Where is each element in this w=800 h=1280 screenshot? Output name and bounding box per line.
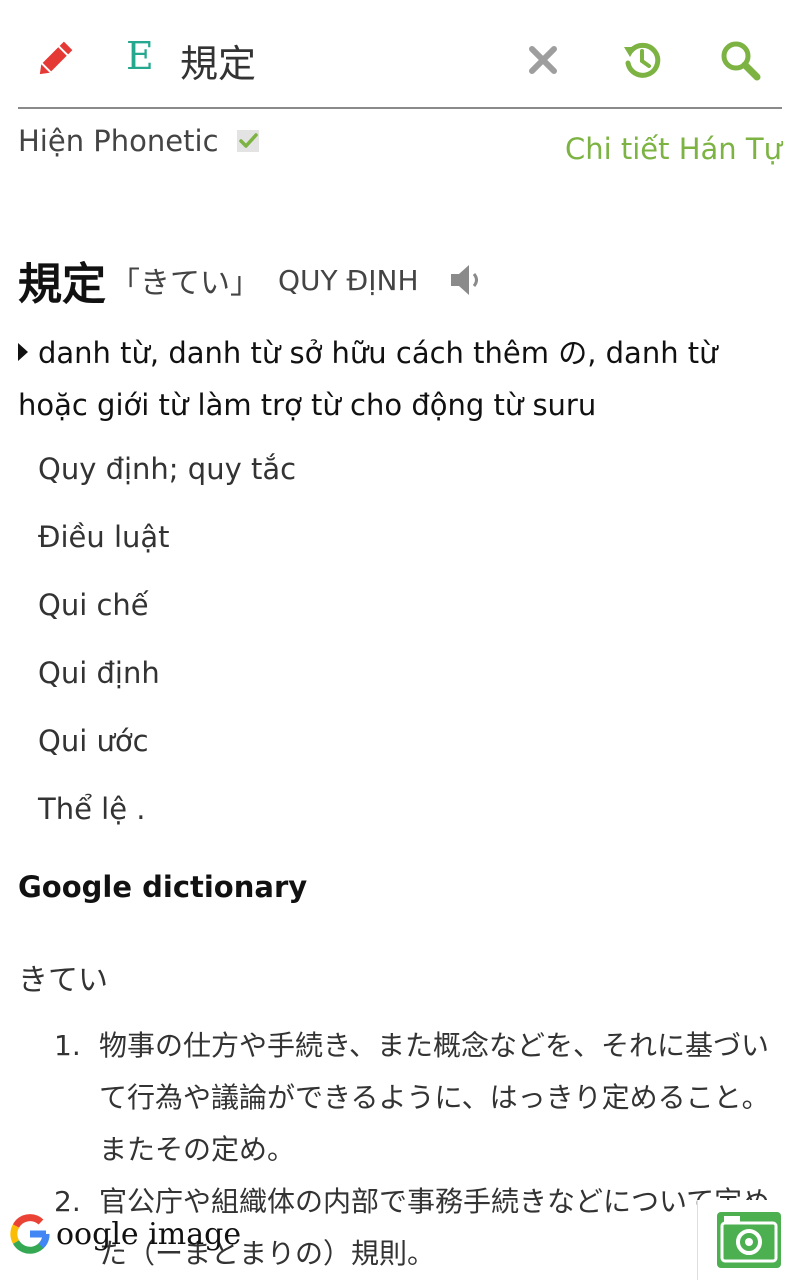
speaker-icon[interactable] bbox=[449, 260, 489, 300]
search-input[interactable] bbox=[180, 34, 510, 86]
list-item: Điều luật bbox=[38, 520, 170, 554]
google-image-label: oogle image bbox=[56, 1216, 242, 1252]
pencil-icon[interactable] bbox=[30, 36, 78, 84]
part-of-speech-text: danh từ, danh từ sở hữu cách thêm の, dan… bbox=[18, 336, 718, 422]
list-item: Qui định bbox=[38, 656, 160, 690]
kanji-detail-link[interactable]: Chi tiết Hán Tự bbox=[565, 132, 782, 166]
phonetic-checkbox[interactable] bbox=[236, 130, 259, 152]
show-phonetic-option[interactable]: Hiện Phonetic bbox=[18, 124, 259, 158]
definition-text: 物事の仕方や手続き、また概念などを、それに基づいて行為や議論ができるように、はっ… bbox=[99, 1029, 770, 1166]
list-item: Qui ước bbox=[38, 724, 149, 758]
entry-word: 規定 bbox=[18, 259, 106, 310]
entry-heading: 規定 「きてい」 QUY ĐỊNH bbox=[18, 248, 489, 312]
google-dictionary-title: Google dictionary bbox=[18, 870, 308, 904]
language-mode-toggle[interactable]: E bbox=[126, 34, 154, 78]
list-item: Qui chế bbox=[38, 588, 149, 622]
camera-icon bbox=[717, 1212, 781, 1268]
definition-number: 1. bbox=[54, 1029, 81, 1062]
bullet-triangle-icon bbox=[18, 343, 28, 361]
entry-reading: 「きてい」 bbox=[110, 266, 260, 301]
google-image-button[interactable]: oogle image bbox=[8, 1212, 241, 1256]
google-g-icon bbox=[10, 1214, 50, 1254]
camera-button[interactable] bbox=[697, 1200, 800, 1280]
part-of-speech: danh từ, danh từ sở hữu cách thêm の, dan… bbox=[18, 327, 788, 431]
list-item: 1. 物事の仕方や手続き、また概念などを、それに基づいて行為や議論ができるように… bbox=[54, 1020, 774, 1176]
show-phonetic-label: Hiện Phonetic bbox=[18, 124, 219, 158]
list-item: Thể lệ . bbox=[38, 792, 146, 826]
google-dictionary-reading: きてい bbox=[18, 963, 108, 998]
clear-icon[interactable] bbox=[519, 36, 567, 84]
meaning-list: Quy định; quy tắc Điều luật Qui chế Qui … bbox=[38, 444, 296, 852]
search-icon[interactable] bbox=[716, 36, 764, 84]
history-icon[interactable] bbox=[618, 36, 666, 84]
top-bar: E bbox=[18, 0, 782, 109]
entry-han-viet: QUY ĐỊNH bbox=[278, 263, 419, 297]
list-item: Quy định; quy tắc bbox=[38, 452, 297, 486]
